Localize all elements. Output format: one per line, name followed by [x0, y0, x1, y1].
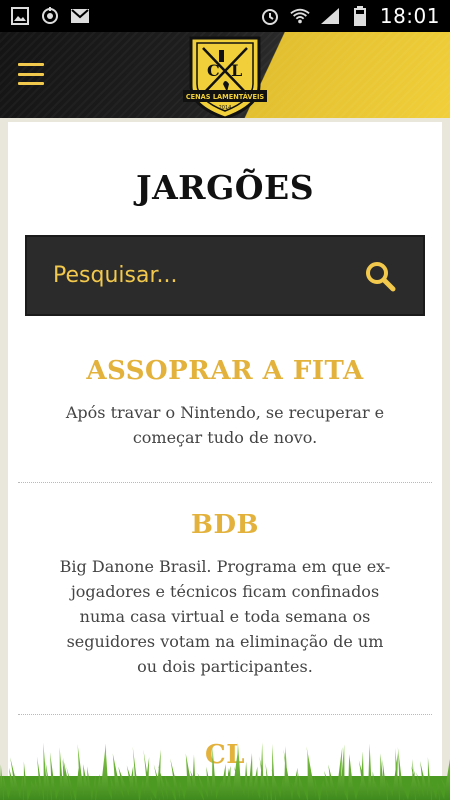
list-item: ASSOPRAR A FITA Após travar o Nintendo, …	[18, 356, 432, 450]
search-button[interactable]	[363, 259, 397, 293]
search-input[interactable]	[53, 263, 363, 288]
gmail-notification-icon	[70, 6, 90, 26]
logo-year: 2014	[219, 105, 232, 111]
list-item: CL	[18, 740, 432, 770]
divider	[18, 482, 432, 483]
status-bar: 18:01	[0, 0, 450, 32]
logo-letter-l: L	[231, 61, 242, 80]
search-bar	[25, 235, 425, 316]
image-notification-icon	[10, 6, 30, 26]
content-card: JARGÕES ASSOPRAR A FITA Após travar o Ni…	[8, 122, 442, 800]
alarm-icon	[260, 6, 280, 26]
site-logo[interactable]: C L CENAS LAMENTÁVEIS 2014	[183, 34, 267, 118]
entry-term[interactable]: ASSOPRAR A FITA	[18, 356, 432, 386]
sync-notification-icon	[40, 6, 60, 26]
clock: 18:01	[379, 4, 440, 28]
page-title: JARGÕES	[135, 168, 315, 207]
logo-badge: C L CENAS LAMENTÁVEIS 2014	[183, 36, 267, 118]
logo-banner-text: CENAS LAMENTÁVEIS	[186, 92, 265, 101]
app-header: C L CENAS LAMENTÁVEIS 2014	[0, 32, 450, 118]
entry-term[interactable]: CL	[18, 740, 432, 770]
entry-term[interactable]: BDB	[18, 510, 432, 540]
system-icons: 18:01	[260, 4, 440, 28]
battery-icon	[350, 6, 370, 26]
entry-definition: Após travar o Nintendo, se recuperar e c…	[65, 403, 385, 447]
list-item: BDB Big Danone Brasil. Programa em que e…	[18, 510, 432, 679]
wifi-icon	[290, 6, 310, 26]
entry-definition: Big Danone Brasil. Programa em que ex-jo…	[59, 557, 391, 676]
logo-letter-c: C	[207, 61, 220, 80]
notification-icons	[10, 6, 90, 26]
divider	[18, 714, 432, 715]
hamburger-menu-button[interactable]	[18, 63, 44, 85]
signal-icon	[320, 6, 340, 26]
search-icon	[366, 261, 396, 291]
